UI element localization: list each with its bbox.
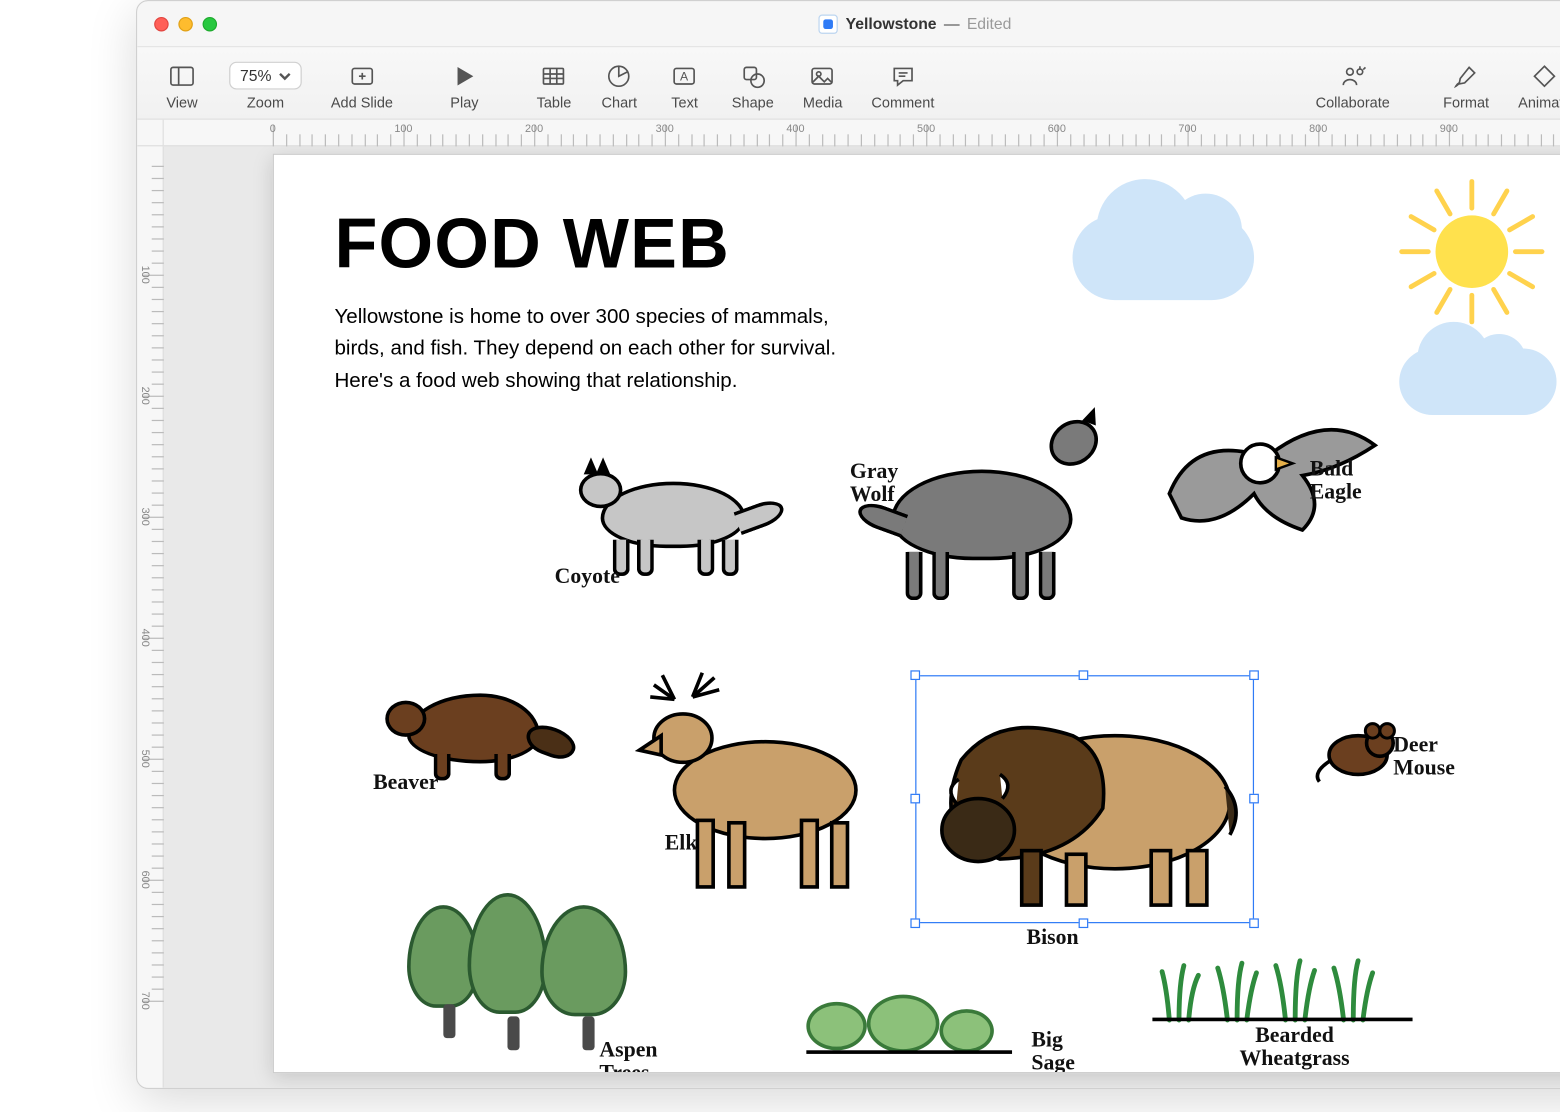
elk-label[interactable]: Elk — [665, 830, 698, 855]
shape-button[interactable]: Shape — [717, 63, 788, 111]
media-button[interactable]: Media — [788, 63, 857, 111]
view-button[interactable]: View — [149, 63, 214, 111]
text-button[interactable]: A Text — [652, 63, 717, 111]
add-slide-button[interactable]: Add Slide — [316, 63, 407, 111]
collaborate-icon — [1336, 63, 1370, 90]
vertical-ruler[interactable]: 100200300400500600700 — [137, 146, 164, 1087]
zoom-dropdown[interactable]: 75% Zoom — [215, 62, 317, 112]
horizontal-ruler[interactable]: 01002003004005006007008009001000 — [164, 120, 1560, 147]
sage-graphic[interactable] — [939, 1009, 993, 1053]
resize-handle-ne[interactable] — [1249, 670, 1259, 680]
ruler-corner — [137, 120, 164, 147]
resize-handle-sw[interactable] — [910, 918, 920, 928]
gray-wolf-graphic[interactable] — [891, 469, 1073, 560]
workspace: 100200300400500600700 010020030040050060… — [137, 120, 1560, 1088]
resize-handle-e[interactable] — [1249, 793, 1259, 803]
coyote-graphic[interactable] — [601, 482, 746, 549]
comment-icon — [886, 63, 920, 90]
image-icon — [806, 63, 840, 90]
toolbar: View 75% Zoom Add Slide Play Table Chart — [137, 47, 1560, 120]
pie-chart-icon — [602, 63, 636, 90]
resize-handle-nw[interactable] — [910, 670, 920, 680]
aspen-label[interactable]: Aspen Trees — [599, 1038, 657, 1072]
selection-outline[interactable] — [915, 675, 1254, 923]
format-button[interactable]: Format — [1429, 63, 1504, 111]
slide-title[interactable]: FOOD WEB — [334, 203, 1554, 284]
table-icon — [537, 63, 571, 90]
cloud-graphic[interactable] — [1073, 215, 1255, 300]
diamond-icon — [1528, 63, 1560, 90]
gray-wolf-label[interactable]: Gray Wolf — [850, 460, 898, 506]
comment-button[interactable]: Comment — [857, 63, 949, 111]
paintbrush-icon — [1449, 63, 1483, 90]
aspen-graphic[interactable] — [540, 905, 637, 1050]
wheatgrass-label[interactable]: Bearded Wheatgrass — [1240, 1024, 1350, 1070]
bald-eagle-label[interactable]: Bald Eagle — [1310, 457, 1362, 503]
document-name: Yellowstone — [846, 15, 937, 33]
sun-graphic[interactable] — [1399, 179, 1544, 324]
document-status: Edited — [967, 15, 1012, 33]
plus-square-icon — [345, 63, 379, 90]
resize-handle-w[interactable] — [910, 793, 920, 803]
big-sage-label[interactable]: Big Sage — [1031, 1029, 1075, 1073]
zoom-value-label: 75% — [240, 67, 271, 85]
sage-graphic[interactable] — [867, 995, 940, 1053]
chart-button[interactable]: Chart — [587, 63, 652, 111]
app-window: Yellowstone — Edited View 75% Zoom Add S… — [136, 0, 1560, 1089]
resize-handle-s[interactable] — [1079, 918, 1089, 928]
bison-label[interactable]: Bison — [1027, 924, 1079, 949]
textbox-icon: A — [668, 63, 702, 90]
deer-mouse-label[interactable]: Deer Mouse — [1393, 733, 1455, 779]
sage-graphic[interactable] — [806, 1002, 867, 1050]
app-icon — [819, 14, 838, 33]
slide-body-text[interactable]: Yellowstone is home to over 300 species … — [334, 301, 866, 397]
table-button[interactable]: Table — [521, 63, 586, 111]
coyote-label[interactable]: Coyote — [555, 564, 620, 589]
beaver-label[interactable]: Beaver — [373, 770, 438, 795]
chevron-down-icon — [279, 70, 291, 82]
resize-handle-se[interactable] — [1249, 918, 1259, 928]
canvas-area[interactable]: FOOD WEB Yellowstone is home to over 300… — [164, 146, 1560, 1087]
collaborate-button[interactable]: Collaborate — [1301, 63, 1404, 111]
window-title: Yellowstone — Edited — [137, 14, 1560, 33]
slide[interactable]: FOOD WEB Yellowstone is home to over 300… — [273, 154, 1560, 1074]
elk-graphic[interactable] — [632, 663, 898, 911]
shape-icon — [736, 63, 770, 90]
play-icon — [447, 63, 481, 90]
titlebar: Yellowstone — Edited — [137, 1, 1560, 47]
zoom-value-control[interactable]: 75% — [229, 62, 302, 90]
svg-text:A: A — [681, 70, 690, 84]
sidebar-icon — [165, 63, 199, 90]
play-button[interactable]: Play — [432, 63, 497, 111]
beaver-graphic[interactable] — [407, 693, 540, 763]
cloud-graphic[interactable] — [1399, 348, 1556, 415]
resize-handle-n[interactable] — [1079, 670, 1089, 680]
animate-button[interactable]: Animate — [1504, 63, 1560, 111]
